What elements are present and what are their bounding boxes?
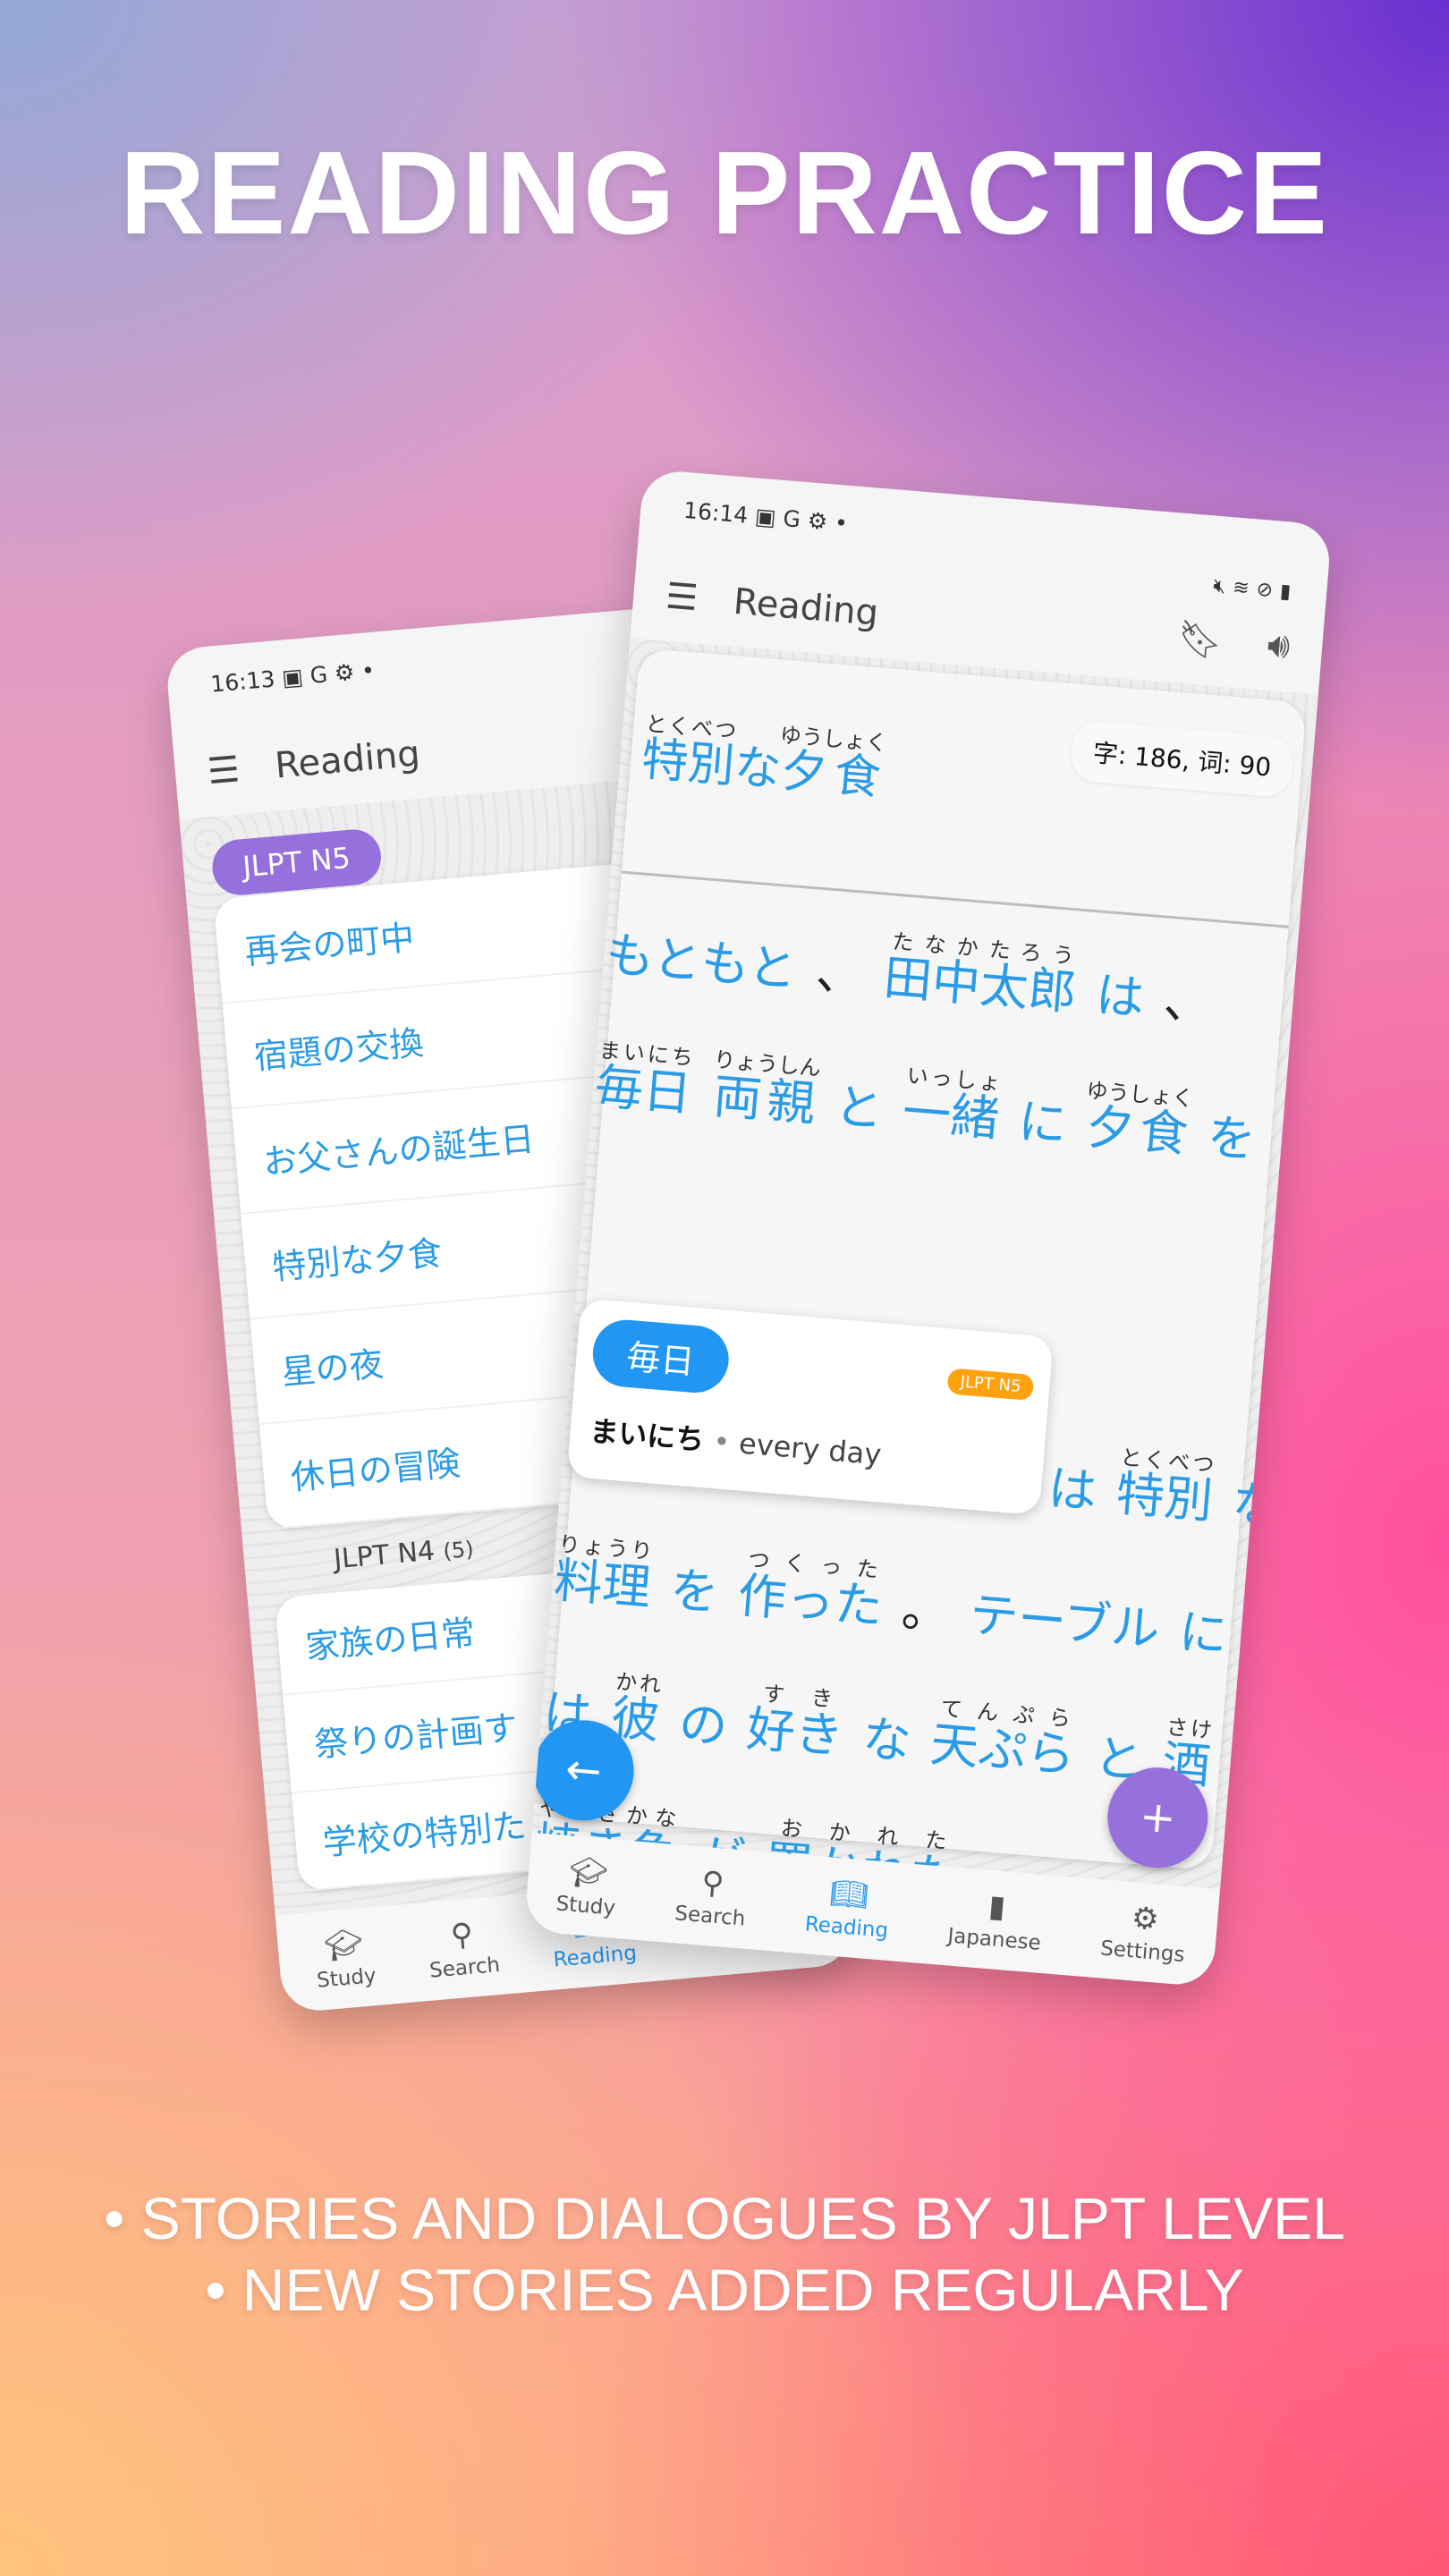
word[interactable]: は: [1046, 1460, 1099, 1520]
headline: READING PRACTICE: [119, 127, 1330, 258]
menu-icon[interactable]: ☰: [665, 576, 700, 620]
popup-definition: まいにち • every day: [589, 1413, 883, 1472]
ruby-word[interactable]: 特別とくべつ: [640, 711, 739, 793]
ruby-word[interactable]: 料理りょうり: [552, 1531, 655, 1616]
status-time: 16:13: [209, 665, 276, 698]
nav-label: Settings: [1099, 1936, 1186, 1968]
ruby-word[interactable]: 作ったつくった: [736, 1546, 887, 1635]
ruby-word[interactable]: 夕食ゆうしょく: [1081, 1078, 1195, 1164]
popup-reading: まいにち: [589, 1413, 706, 1458]
nav-reading[interactable]: 📖︎Reading: [804, 1873, 893, 1942]
search-icon: ⚲: [449, 1916, 475, 1954]
feature-bullets: • STORIES AND DIALOGUES BY JLPT LEVEL • …: [0, 2182, 1449, 2326]
ruby-word[interactable]: 好きすき: [744, 1680, 847, 1765]
word[interactable]: に: [1016, 1093, 1069, 1153]
nav-japanese[interactable]: ▮ Japanese: [947, 1885, 1046, 1955]
story-line: もともと、田中太郎たなかたろうは、: [603, 906, 1305, 1044]
plus-icon: +: [1138, 1791, 1178, 1844]
bullet-2: • NEW STORIES ADDED REGULARLY: [205, 2257, 1244, 2323]
book-icon: ▮: [987, 1888, 1007, 1926]
nav-settings[interactable]: ⚙ Settings: [1099, 1898, 1189, 1967]
word[interactable]: 、: [1162, 972, 1215, 1032]
status-icons: ▣ G ⚙ •: [753, 503, 849, 537]
word[interactable]: は: [1094, 966, 1147, 1026]
popup-meaning: every day: [737, 1426, 883, 1472]
word[interactable]: 。: [900, 1580, 953, 1640]
dnd-icon: ⊘: [1255, 578, 1275, 603]
search-icon: ⚲: [699, 1864, 725, 1902]
story-title: 特別とくべつな夕食ゆうしょく: [640, 711, 888, 808]
story-card: 字: 186, 词: 90 特別とくべつな夕食ゆうしょく もともと、田中太郎たな…: [530, 648, 1308, 1907]
ruby-word[interactable]: 毎日まいにち: [593, 1038, 696, 1123]
menu-icon[interactable]: ☰: [206, 749, 242, 792]
nav-label: Japanese: [946, 1924, 1042, 1955]
furigana: さけ: [1164, 1714, 1215, 1743]
wifi-icon: ≋: [1232, 576, 1250, 600]
ruby-word[interactable]: 一緒いっしょ: [901, 1063, 1004, 1148]
ruby-word[interactable]: 特別とくべつ: [1114, 1445, 1216, 1530]
phone-reading-story: 16:14 ▣ G ⚙ • 🔇︎ ≋ ⊘ ▮ ☰ Reading 🔖︎ 🔊︎ 字: 1…: [523, 469, 1333, 1987]
word[interactable]: な: [860, 1710, 913, 1770]
nav-search[interactable]: ⚲ Search: [425, 1914, 502, 1983]
word[interactable]: 、: [814, 944, 867, 1004]
nav-label: Search: [428, 1953, 502, 1983]
nav-search[interactable]: ⚲ Search: [674, 1862, 750, 1931]
nav-study[interactable]: 🎓︎ Study: [312, 1925, 377, 1993]
graduation-cap-icon: 🎓︎: [567, 1853, 609, 1893]
nav-label: Reading: [552, 1941, 638, 1972]
word[interactable]: に: [1177, 1603, 1230, 1663]
battery-icon: ▮: [1279, 580, 1292, 604]
popup-word[interactable]: 毎日: [589, 1317, 732, 1395]
page-title: Reading: [273, 733, 422, 787]
status-time: 16:14: [682, 496, 750, 529]
nav-label: Search: [674, 1902, 747, 1931]
bookmark-icon[interactable]: 🔖︎: [1176, 617, 1224, 663]
word[interactable]: の: [677, 1695, 730, 1755]
character-word-counter: 字: 186, 词: 90: [1069, 719, 1295, 799]
word[interactable]: もともと: [604, 926, 799, 997]
gear-icon: ⚙: [1130, 1900, 1161, 1938]
nav-label: Reading: [803, 1912, 890, 1943]
ruby-word[interactable]: 両親りょうしん: [708, 1047, 822, 1133]
section-header: JLPT N4 (5): [333, 1532, 475, 1576]
status-icons: ▣ G ⚙ •: [280, 657, 377, 691]
bullet-1: • STORIES AND DIALOGUES BY JLPT LEVEL: [104, 2185, 1345, 2251]
nav-label: Study: [555, 1892, 616, 1920]
ruby-word[interactable]: 夕食ゆうしょく: [775, 723, 887, 807]
nav-label: Study: [316, 1964, 377, 1993]
graduation-cap-icon: 🎓︎: [322, 1926, 365, 1965]
word[interactable]: テーブル: [968, 1586, 1162, 1657]
word[interactable]: を: [668, 1562, 721, 1622]
status-bar: 16:13 ▣ G ⚙ •: [209, 657, 376, 698]
furigana: かれ: [613, 1668, 664, 1699]
popup-level-badge: JLPT N5: [946, 1368, 1035, 1402]
book-open-icon: 📖︎: [828, 1875, 870, 1914]
status-bar: 16:14 ▣ G ⚙ •: [682, 497, 849, 537]
story-line: 毎日まいにち両親りょうしんと 一緒いっしょに 夕食ゆうしょくを: [592, 1038, 1294, 1175]
speaker-icon[interactable]: 🔊︎: [1266, 624, 1292, 668]
word[interactable]: な: [1230, 1475, 1283, 1535]
nav-study[interactable]: 🎓︎ Study: [555, 1853, 620, 1920]
ruby-word[interactable]: 天ぷらてんぷら: [928, 1695, 1080, 1784]
word[interactable]: を: [1205, 1108, 1258, 1168]
section-title: JLPT N4: [332, 1535, 436, 1576]
arrow-left-icon: ←: [564, 1743, 604, 1797]
story-line: 料理りょうりを 作ったつくった。 テーブルに: [552, 1531, 1254, 1669]
ruby-word[interactable]: 田中太郎たなかたろう: [882, 928, 1080, 1021]
section-count: (5): [442, 1536, 475, 1564]
page-title: Reading: [732, 580, 880, 634]
word[interactable]: と: [833, 1078, 886, 1138]
mute-icon: 🔇︎: [1212, 574, 1227, 598]
